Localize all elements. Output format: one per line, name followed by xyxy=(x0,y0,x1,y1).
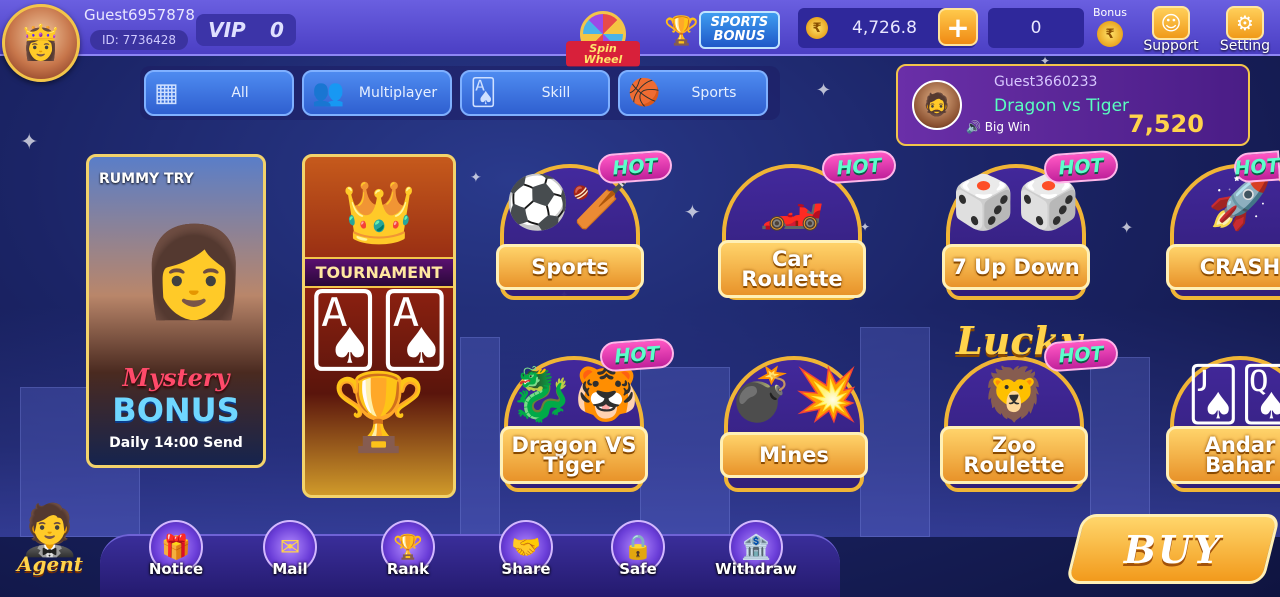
nav-label: Withdraw xyxy=(715,560,797,578)
spin-wheel-label: Spin Wheel xyxy=(566,41,640,67)
woman-illustration: 👩 xyxy=(139,220,249,323)
big-win-text: Big Win xyxy=(984,120,1031,134)
tab-skill[interactable]: 🂡 Skill xyxy=(460,70,610,116)
game-label: Andar Bahar xyxy=(1166,426,1280,484)
hot-badge: HOT xyxy=(821,149,897,185)
bonus-text: BONUS xyxy=(112,391,240,429)
buy-button[interactable]: BUY xyxy=(1065,514,1280,584)
game-label: CRASH xyxy=(1166,244,1280,290)
user-id: ID: 7736428 xyxy=(90,30,188,50)
vip-label: VIP xyxy=(208,18,246,42)
agent-button[interactable]: 🤵 Agent xyxy=(4,500,96,594)
hot-badge: HOT xyxy=(1233,150,1280,184)
game-label: Sports xyxy=(496,244,644,290)
game-mines[interactable]: 💣💥 Mines xyxy=(720,338,868,496)
hot-badge: HOT xyxy=(599,337,675,373)
tournament-banner[interactable]: 👑 TOURNAMENT 🂡🂡 🏆 xyxy=(302,154,456,498)
hot-badge: HOT xyxy=(597,149,673,185)
support-button[interactable]: ☺ Support xyxy=(1140,6,1202,60)
user-avatar[interactable]: 👸 xyxy=(2,4,80,82)
nav-safe[interactable]: 🔒 Safe xyxy=(596,520,680,590)
tab-sports[interactable]: 🏀 Sports xyxy=(618,70,768,116)
gear-icon: ⚙ xyxy=(1226,6,1264,40)
speaker-icon: 🔊 xyxy=(966,120,985,134)
nav-label: Safe xyxy=(619,560,657,578)
crown-icon: 👑 xyxy=(341,178,417,248)
balance-value: 4,726.8 xyxy=(852,18,917,38)
setting-button[interactable]: ⚙ Setting xyxy=(1214,6,1276,60)
winner-ticker: 🧔 Guest3660233 Dragon vs Tiger 🔊 Big Win… xyxy=(896,64,1250,146)
mystery-bonus-banner[interactable]: RUMMY TRY 👩 Mystery BONUS Daily 14:00 Se… xyxy=(86,154,266,468)
playing-cards-icon: 🂡🂡 xyxy=(307,289,451,371)
category-tabs: ▦ All 👥 Multiplayer 🂡 Skill 🏀 Sports xyxy=(140,66,780,120)
agent-icon: 🤵 xyxy=(18,501,82,559)
tab-all[interactable]: ▦ All xyxy=(144,70,294,116)
vip-level: 0 xyxy=(269,18,284,42)
coin-icon: ₹ xyxy=(806,17,828,39)
tab-multiplayer[interactable]: 👥 Multiplayer xyxy=(302,70,452,116)
game-label: Zoo Roulette xyxy=(940,426,1088,484)
ball-icon: 🏀 xyxy=(628,78,661,108)
bonus-coin-icon: ₹ xyxy=(1097,21,1123,47)
nav-withdraw[interactable]: 🏦 Withdraw xyxy=(714,520,798,590)
tab-label: Sports xyxy=(691,85,737,101)
tab-label: Multiplayer xyxy=(358,85,438,101)
big-win-label: 🔊 Big Win xyxy=(966,120,1030,134)
cards-icon: 🂡 xyxy=(470,78,497,108)
people-icon: 👥 xyxy=(312,78,345,108)
buy-label: BUY xyxy=(1123,526,1223,572)
bomb-icon: 💣💥 xyxy=(729,365,859,425)
hot-badge: HOT xyxy=(1043,149,1119,185)
add-cash-button[interactable]: + xyxy=(938,8,978,46)
mystery-text: Mystery xyxy=(122,363,230,392)
winner-name: Guest3660233 xyxy=(994,74,1098,90)
support-label: Support xyxy=(1143,38,1199,54)
hot-badge: HOT xyxy=(1043,337,1119,373)
nav-share[interactable]: 🤝 Share xyxy=(484,520,568,590)
bonus-value: 0 xyxy=(988,8,1084,48)
winner-avatar: 🧔 xyxy=(912,80,962,130)
winner-game: Dragon vs Tiger xyxy=(994,96,1130,116)
vip-badge[interactable]: VIP 0 xyxy=(196,14,296,46)
sports-bonus-label: SPORTS BONUS xyxy=(698,11,780,49)
spin-wheel-button[interactable]: Spin Wheel xyxy=(566,4,640,74)
bonus-button[interactable]: Bonus ₹ xyxy=(1086,6,1134,54)
daily-send-text: Daily 14:00 Send xyxy=(109,435,243,451)
setting-label: Setting xyxy=(1219,38,1271,54)
headset-icon: ☺ xyxy=(1152,6,1190,40)
nav-label: Rank xyxy=(386,560,430,578)
grid-icon: ▦ xyxy=(154,78,179,108)
winner-amount: 7,520 xyxy=(1128,110,1204,138)
game-andar-bahar[interactable]: 🂫🂭 Andar Bahar xyxy=(1166,338,1280,496)
trophy-icon: 🏆 xyxy=(664,13,699,47)
game-label: Dragon VS Tiger xyxy=(500,426,648,484)
nav-label: Mail xyxy=(272,560,308,578)
nav-label: Notice xyxy=(148,560,204,578)
username: Guest6957878 xyxy=(84,6,195,24)
nav-rank[interactable]: 🏆 Rank xyxy=(366,520,450,590)
game-label: Mines xyxy=(720,432,868,478)
tab-label: All xyxy=(231,85,249,101)
nav-label: Share xyxy=(501,560,551,578)
tournament-label: TOURNAMENT xyxy=(305,257,453,288)
game-label: 7 Up Down xyxy=(942,244,1090,290)
agent-label: Agent xyxy=(16,552,83,576)
tab-label: Skill xyxy=(541,85,571,101)
nav-mail[interactable]: ✉ Mail xyxy=(248,520,332,590)
nav-notice[interactable]: 🎁 Notice xyxy=(134,520,218,590)
sports-bonus-button[interactable]: 🏆 SPORTS BONUS xyxy=(664,8,780,52)
rummy-try-brand: RUMMY TRY xyxy=(99,171,194,187)
gold-cup-icon: 🏆 xyxy=(331,367,427,456)
game-label: Car Roulette xyxy=(718,240,866,298)
bonus-label: Bonus xyxy=(1093,6,1127,19)
